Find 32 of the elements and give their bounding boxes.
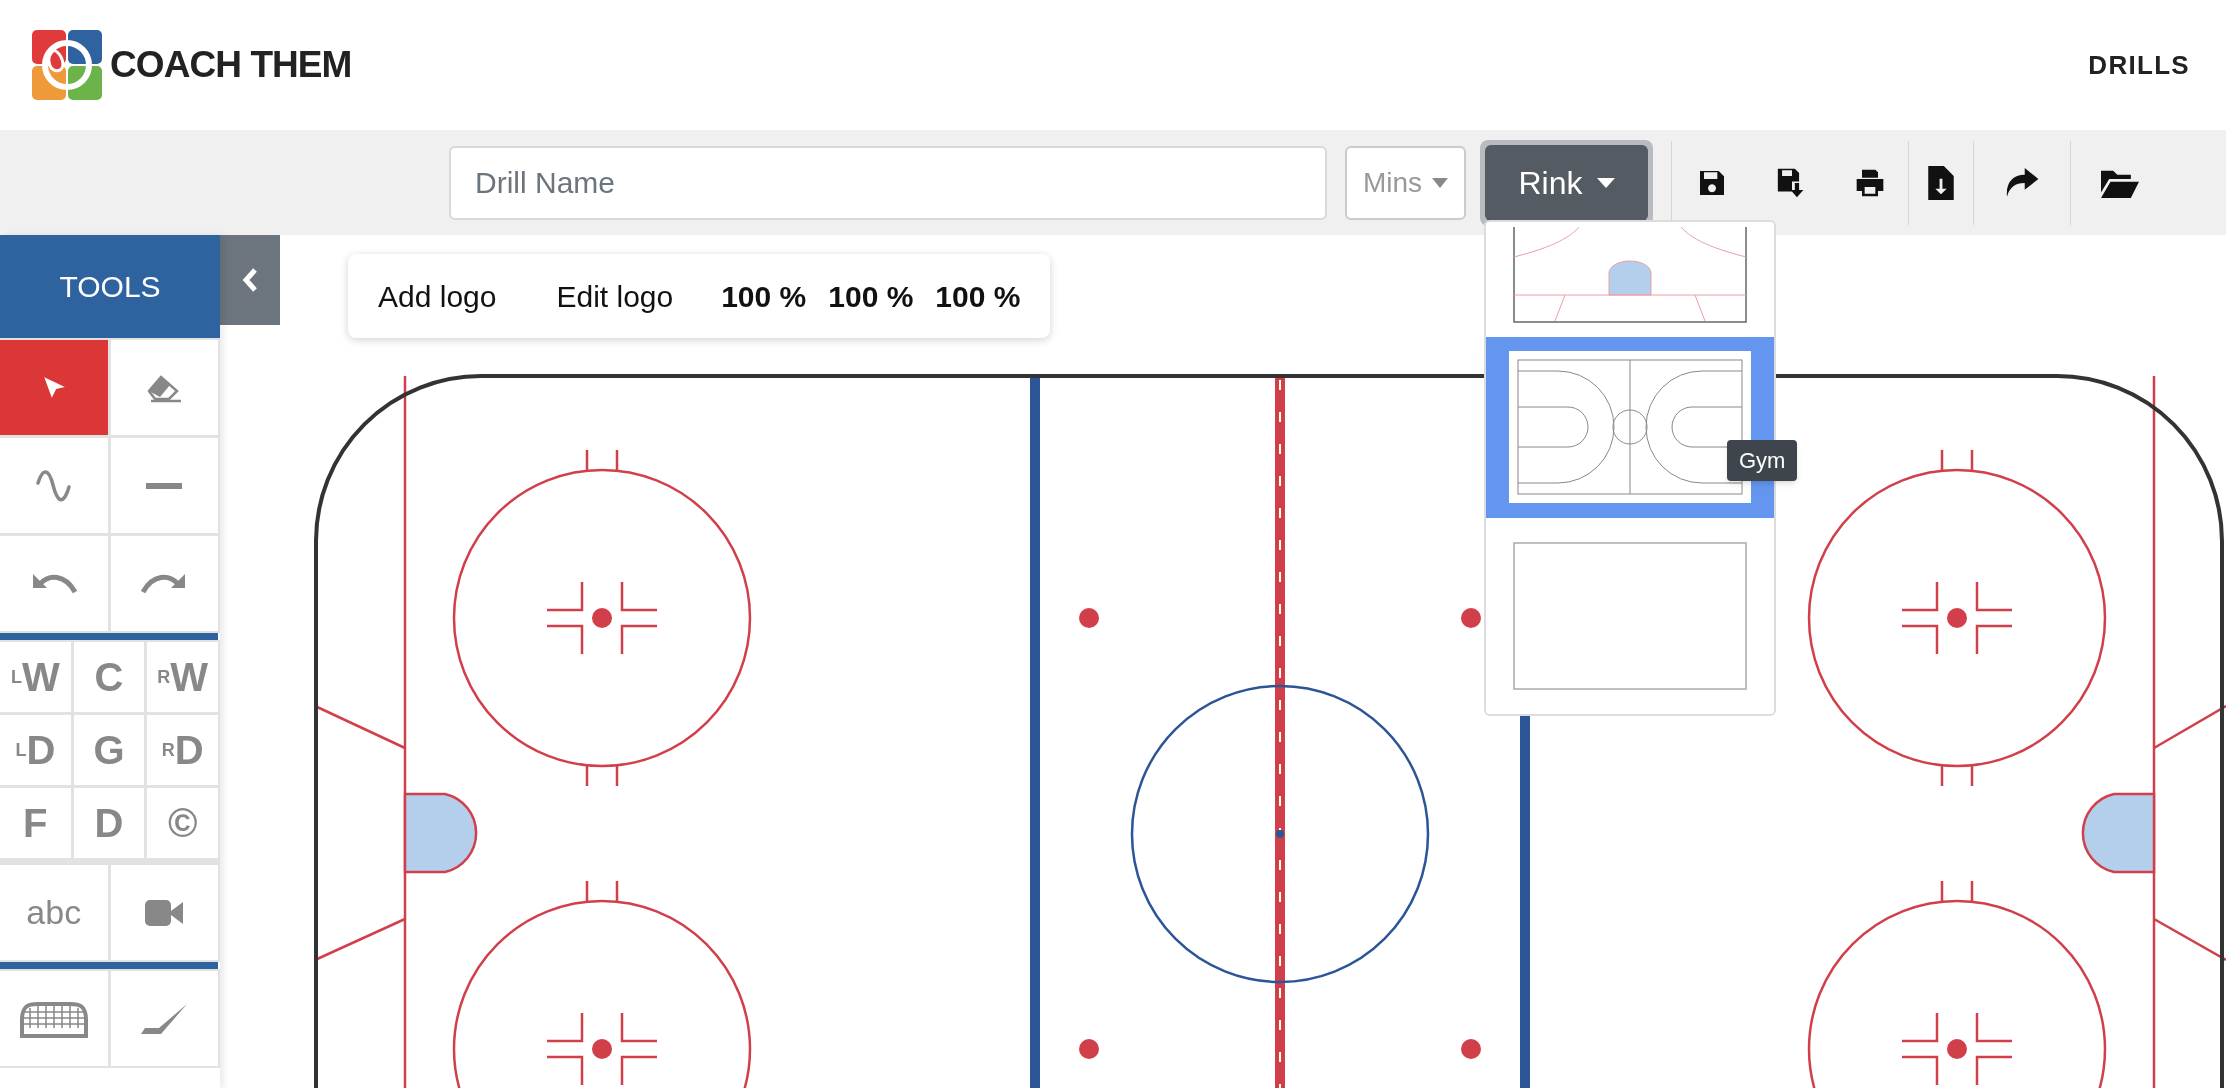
nav-link[interactable]: DRILLS xyxy=(2088,45,2190,85)
position-tool[interactable]: © xyxy=(147,788,218,858)
wave-icon[interactable] xyxy=(0,438,108,533)
hockey-net-icon[interactable] xyxy=(0,971,108,1066)
scale-value[interactable]: 100 % xyxy=(828,273,914,319)
hockey-stick-icon[interactable] xyxy=(110,971,218,1066)
scale-value[interactable]: 100 % xyxy=(935,273,1021,319)
scale-value[interactable]: 100 % xyxy=(721,273,807,319)
caret-icon xyxy=(1596,177,1615,188)
collapse-button[interactable] xyxy=(220,235,280,325)
video-camera-icon[interactable] xyxy=(110,865,218,960)
add-logo-button[interactable]: Add logo xyxy=(378,273,497,319)
tooltip: Gym xyxy=(1727,440,1798,481)
text-tool[interactable]: abc xyxy=(0,865,108,960)
chevron-left-icon xyxy=(242,267,258,293)
surface-dropdown-button[interactable]: Rink xyxy=(1485,144,1648,221)
edit-logo-button[interactable]: Edit logo xyxy=(556,273,674,319)
rink-thumbnail[interactable] xyxy=(1513,227,1747,324)
blank-surface-thumbnail[interactable] xyxy=(1513,541,1747,690)
drill-name-field[interactable]: Drill Name xyxy=(449,145,1327,220)
minutes-select[interactable]: Mins xyxy=(1345,145,1466,220)
eraser-icon[interactable] xyxy=(110,340,218,435)
position-tool[interactable]: F xyxy=(0,788,71,858)
brand-name: COACH THEM xyxy=(110,43,352,88)
position-tool[interactable]: D xyxy=(73,788,145,858)
caret-icon xyxy=(1432,177,1449,188)
sidebar-title: TOOLS xyxy=(0,235,220,338)
redo-icon[interactable] xyxy=(110,536,218,631)
logo-icon xyxy=(32,30,102,100)
position-tool[interactable]: C xyxy=(73,642,145,712)
undo-icon[interactable] xyxy=(0,536,108,631)
position-tool[interactable]: G xyxy=(73,715,145,785)
